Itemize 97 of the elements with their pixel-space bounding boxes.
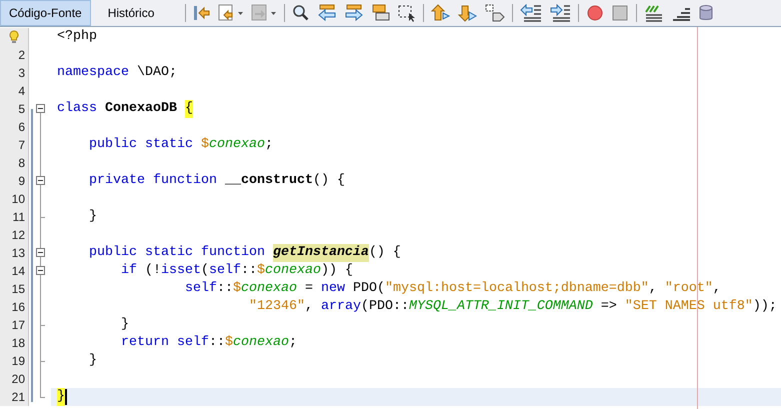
keyword: array <box>320 298 361 316</box>
up-arrow-icon[interactable] <box>431 4 452 22</box>
line-number: 13 <box>12 245 25 262</box>
code-text: ( <box>200 262 209 280</box>
line-number: 7 <box>18 137 25 154</box>
code-text: (PDO:: <box>360 298 409 316</box>
dollar-sign: $ <box>232 280 241 298</box>
code-text: ; <box>288 334 297 352</box>
variable-name: conexao <box>264 262 321 280</box>
code-text: \DAO; <box>136 64 177 82</box>
keyword: isset <box>160 262 201 280</box>
code-text: PDO( <box>352 280 385 298</box>
dollar-sign: $ <box>224 334 233 352</box>
lines-icon[interactable] <box>644 4 664 22</box>
keyword: namespace <box>57 64 129 82</box>
line-number: 20 <box>12 371 25 388</box>
variable-name: conexao <box>240 280 297 298</box>
keyword: self <box>208 262 241 280</box>
shift-right-icon[interactable] <box>549 4 572 22</box>
dollar-sign: $ <box>256 262 265 280</box>
collapse-icon[interactable] <box>36 266 45 275</box>
line-number: 8 <box>18 155 25 172</box>
text-cursor <box>65 389 67 405</box>
keyword: new <box>320 280 345 298</box>
code-text: , <box>712 280 721 298</box>
string-literal: "root" <box>664 280 713 298</box>
line-number: 14 <box>12 263 25 280</box>
line-number: 6 <box>18 119 25 136</box>
database-icon[interactable] <box>698 4 714 22</box>
keyword: class <box>57 100 97 118</box>
line-number: 3 <box>18 65 25 82</box>
code-text: )); <box>752 298 777 316</box>
left-arrow-icon[interactable] <box>317 4 338 22</box>
code-text: )) { <box>320 262 353 280</box>
string-literal: "12346" <box>248 298 305 316</box>
keyword: self <box>184 280 217 298</box>
line-number: 11 <box>12 209 25 226</box>
identifier: ConexaoDB <box>104 100 178 118</box>
line-number: 5 <box>18 101 25 118</box>
code-text: () { <box>312 172 345 190</box>
keyword: if <box>120 262 137 280</box>
stacked-boxes-icon[interactable] <box>371 4 392 22</box>
constant-name: MYSQL_ATTR_INIT_COMMAND <box>408 298 593 316</box>
code-text: , <box>304 298 314 316</box>
variable-name: conexao <box>232 334 289 352</box>
line-number: 18 <box>12 335 25 352</box>
line-number: 19 <box>12 353 25 370</box>
code-text: (! <box>144 262 161 280</box>
tab[interactable]: Histórico <box>98 0 164 26</box>
shapes-icon[interactable] <box>485 4 506 22</box>
code-text: :: <box>240 262 257 280</box>
down-arrow-icon[interactable] <box>458 4 478 22</box>
right-arrow-icon[interactable] <box>344 4 364 22</box>
tab[interactable]: Código-Fonte <box>0 0 91 26</box>
code-text: } <box>88 208 97 226</box>
line-number: 10 <box>12 191 25 208</box>
matched-brace: { <box>184 100 193 118</box>
keyword: return self <box>120 334 209 352</box>
method-name: getInstancia <box>272 244 369 262</box>
code-text: ; <box>264 136 273 154</box>
document-arrow-icon[interactable] <box>218 4 244 22</box>
collapse-icon[interactable] <box>36 104 45 113</box>
code-text: :: <box>208 334 225 352</box>
record-icon[interactable] <box>586 4 604 22</box>
code-text: = <box>304 280 314 298</box>
code-text: () { <box>368 244 401 262</box>
line-number: 4 <box>18 83 25 100</box>
collapse-icon[interactable] <box>36 176 45 185</box>
code-text: :: <box>216 280 233 298</box>
lightbulb-icon[interactable] <box>9 30 19 44</box>
collapse-icon[interactable] <box>36 248 45 257</box>
code-text: => <box>600 298 618 316</box>
string-literal: "mysql:host=localhost;dbname=dbb" <box>384 280 649 298</box>
identifier: __construct <box>224 172 313 190</box>
string-literal: "SET NAMES utf8" <box>624 298 753 316</box>
code-text: } <box>88 352 97 370</box>
selection-cursor-icon[interactable] <box>398 4 416 22</box>
line-number: 16 <box>12 299 25 316</box>
matched-brace: } <box>57 388 65 406</box>
keyword: public static <box>88 136 193 154</box>
back-arrow-icon[interactable] <box>193 4 212 22</box>
code-text: , <box>648 280 658 298</box>
stop-icon[interactable] <box>611 4 630 22</box>
line-number: 17 <box>12 317 25 334</box>
keyword: public static function <box>88 244 266 262</box>
dollar-sign: $ <box>200 136 209 154</box>
shift-left-icon[interactable] <box>520 4 542 22</box>
code-text: <?php <box>57 28 97 46</box>
line-number: 15 <box>12 281 25 298</box>
line-number: 2 <box>18 47 25 64</box>
code-text: } <box>120 316 129 334</box>
keyword: private function <box>88 172 217 190</box>
search-icon[interactable] <box>292 4 310 22</box>
line-number: 21 <box>12 389 25 406</box>
line-number: 9 <box>18 173 25 190</box>
line-number: 12 <box>12 227 25 244</box>
variable-name: conexao <box>208 136 265 154</box>
